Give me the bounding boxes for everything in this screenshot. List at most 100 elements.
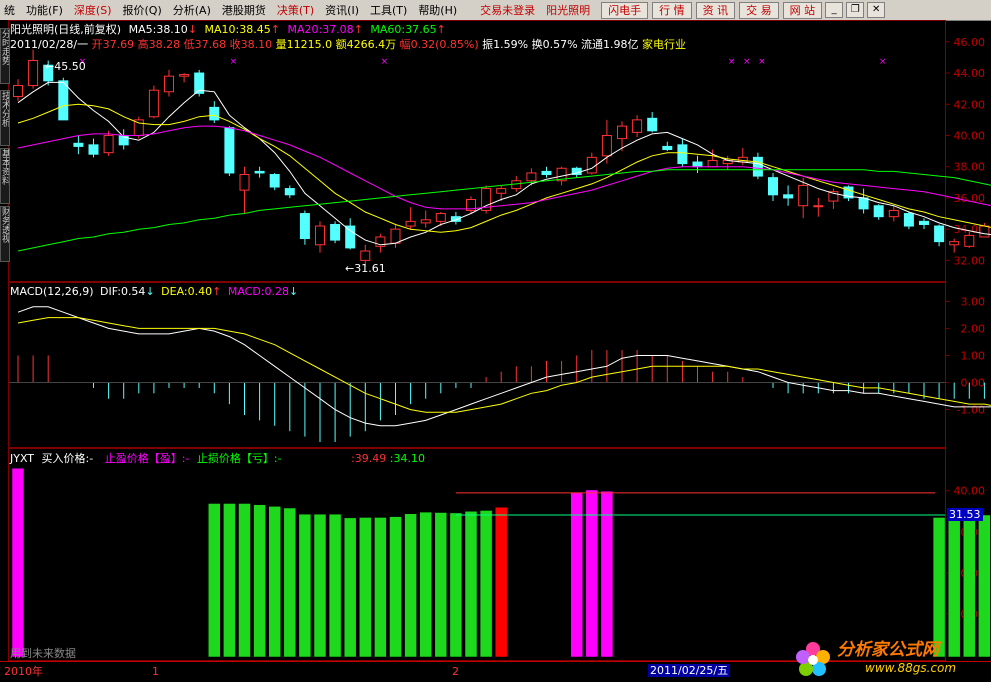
candle-body[interactable] — [360, 250, 371, 261]
jyxt-bar[interactable] — [978, 514, 991, 658]
candle-body[interactable] — [420, 219, 431, 224]
jyxt-bar[interactable] — [223, 503, 236, 658]
jyxt-bar[interactable] — [283, 507, 297, 658]
candle-body[interactable] — [677, 144, 688, 165]
menu-item-7[interactable]: 资讯(I) — [321, 2, 363, 18]
menu-item-1[interactable]: 功能(F) — [22, 2, 67, 18]
system-button-1[interactable]: 行 情 — [652, 1, 692, 19]
jyxt-bar[interactable] — [600, 490, 614, 658]
candle-body[interactable] — [647, 117, 658, 132]
candle-body[interactable] — [798, 184, 809, 207]
candle-body[interactable] — [28, 60, 39, 87]
menu-item-3[interactable]: 报价(Q) — [119, 2, 166, 18]
left-tab-1[interactable]: 技术分析 — [0, 90, 10, 146]
menu-item-9[interactable]: 帮助(H) — [414, 2, 461, 18]
jyxt-bar[interactable] — [268, 506, 281, 658]
jyxt-bar[interactable] — [419, 511, 432, 658]
candle-body[interactable] — [224, 127, 235, 174]
candle-body[interactable] — [662, 145, 673, 151]
left-tab-3[interactable]: 财务透视 — [0, 206, 10, 262]
jyxt-bar[interactable] — [932, 517, 946, 658]
candle-body[interactable] — [315, 225, 325, 246]
jyxt-bar[interactable] — [374, 517, 387, 658]
system-button-2[interactable]: 资 讯 — [695, 1, 736, 19]
left-tab-2[interactable]: 基本资料 — [0, 148, 10, 204]
jyxt-bar[interactable] — [298, 513, 312, 658]
candle-body[interactable] — [632, 119, 643, 133]
candle-body[interactable] — [435, 213, 446, 222]
candle-body[interactable] — [934, 225, 945, 243]
candle-body[interactable] — [873, 205, 884, 218]
candle-body[interactable] — [919, 220, 929, 225]
jyxt-bar[interactable] — [11, 467, 25, 658]
jyxt-bar[interactable] — [449, 512, 463, 658]
candle-body[interactable] — [692, 161, 703, 168]
jyxt-bar[interactable] — [434, 512, 448, 658]
menu-item-0[interactable]: 统 — [0, 2, 19, 18]
candle-body[interactable] — [601, 134, 612, 157]
candle-body[interactable] — [330, 223, 341, 241]
candle-body[interactable] — [284, 188, 295, 196]
candle-body[interactable] — [586, 156, 597, 174]
jyxt-bar[interactable] — [494, 506, 508, 658]
jyxt-bar[interactable] — [238, 503, 251, 658]
candle-body[interactable] — [13, 85, 23, 97]
system-button-0[interactable]: 闪电手 — [601, 1, 649, 19]
candle-body[interactable] — [526, 172, 537, 182]
jyxt-bar[interactable] — [313, 513, 327, 658]
jyxt-bar[interactable] — [570, 492, 583, 658]
candle-body[interactable] — [58, 80, 69, 121]
candle-body[interactable] — [209, 106, 220, 121]
system-button-3[interactable]: 交 易 — [739, 1, 779, 19]
candle-body[interactable] — [617, 125, 627, 140]
candle-body[interactable] — [707, 159, 718, 168]
system-button-4[interactable]: 网 站 — [782, 1, 823, 19]
candle-body[interactable] — [888, 209, 899, 218]
jyxt-bar[interactable] — [343, 517, 357, 658]
candle-body[interactable] — [903, 213, 914, 227]
candle-body[interactable] — [299, 213, 310, 240]
jyxt-bar[interactable] — [359, 517, 372, 658]
menu-item-4[interactable]: 分析(A) — [169, 2, 215, 18]
candle-body[interactable] — [148, 89, 159, 118]
restore-window-icon[interactable]: ❐ — [846, 2, 865, 18]
jyxt-bar[interactable] — [947, 516, 961, 658]
candle-body[interactable] — [964, 234, 975, 247]
candle-body[interactable] — [390, 228, 401, 244]
candle-body[interactable] — [345, 225, 356, 249]
candle-body[interactable] — [103, 134, 114, 154]
candle-body[interactable] — [752, 156, 763, 177]
candle-body[interactable] — [541, 170, 552, 176]
min-window-icon[interactable]: _ — [825, 2, 844, 18]
menu-item-5[interactable]: 港股期货 — [218, 2, 270, 18]
candle-body[interactable] — [813, 205, 824, 208]
jyxt-bar[interactable] — [253, 504, 266, 658]
login-status[interactable]: 交易未登录 — [476, 2, 539, 18]
close-window-icon[interactable]: ✕ — [867, 2, 886, 18]
jyxt-bar[interactable] — [963, 516, 976, 658]
chart-area[interactable]: 32.0034.0036.0038.0040.0042.0044.0046.00… — [0, 20, 991, 661]
jyxt-bar[interactable] — [328, 513, 342, 658]
candle-body[interactable] — [239, 174, 250, 191]
candle-body[interactable] — [73, 142, 84, 147]
menu-item-8[interactable]: 工具(T) — [366, 2, 411, 18]
jyxt-bar[interactable] — [389, 516, 402, 658]
candle-body[interactable] — [858, 197, 869, 210]
menu-item-2[interactable]: 深度(S) — [70, 2, 116, 18]
left-tab-0[interactable]: 分时走势 — [0, 28, 10, 84]
candle-body[interactable] — [254, 170, 265, 174]
jyxt-bar[interactable] — [479, 510, 493, 658]
candle-body[interactable] — [979, 225, 990, 238]
candle-body[interactable] — [164, 75, 174, 93]
jyxt-bar[interactable] — [208, 503, 221, 658]
candle-body[interactable] — [88, 144, 99, 155]
candle-body[interactable] — [768, 177, 778, 196]
candle-body[interactable] — [179, 74, 190, 77]
jyxt-bar[interactable] — [464, 511, 478, 658]
candle-body[interactable] — [405, 220, 416, 227]
candle-body[interactable] — [496, 188, 507, 194]
jyxt-bar[interactable] — [404, 513, 417, 658]
candle-body[interactable] — [949, 241, 960, 246]
candle-body[interactable] — [269, 174, 280, 188]
candle-body[interactable] — [783, 194, 794, 199]
